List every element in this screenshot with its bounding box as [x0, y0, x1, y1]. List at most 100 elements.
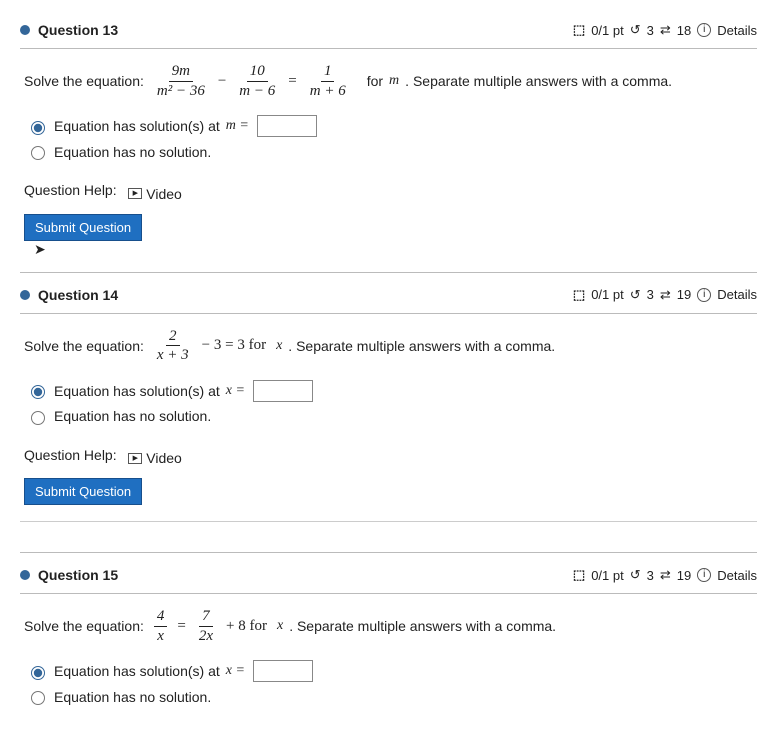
help-label: Question Help:: [24, 447, 117, 463]
fraction-denominator: m² − 36: [154, 82, 208, 100]
fraction-numerator: 7: [199, 608, 213, 627]
details-link[interactable]: Details: [717, 568, 757, 583]
prompt-row: Solve the equation: 9m m² − 36 − 10 m − …: [20, 63, 757, 99]
cursor-icon: ➤: [34, 241, 771, 258]
prompt-tail2: . Separate multiple answers with a comma…: [405, 73, 672, 89]
fraction-numerator: 9m: [169, 63, 193, 82]
fraction-denominator: x + 3: [154, 346, 192, 364]
fraction-3: 1 m + 6: [307, 63, 349, 99]
attempt-count: 19: [677, 568, 691, 583]
equals-sign: =: [284, 73, 300, 90]
info-icon[interactable]: i: [697, 288, 711, 302]
prompt-var: m: [389, 73, 399, 89]
prompt-tail: for: [367, 73, 383, 89]
status-dot: [20, 570, 30, 580]
option-no-solution[interactable]: Equation has no solution.: [26, 688, 757, 705]
video-link[interactable]: ▶ Video: [128, 186, 182, 202]
fraction-denominator: m − 6: [236, 82, 278, 100]
details-link[interactable]: Details: [717, 287, 757, 302]
fraction-denominator: x: [154, 627, 167, 645]
answer-input[interactable]: [257, 115, 317, 137]
help-label: Question Help:: [24, 182, 117, 198]
prompt-var: x: [276, 338, 282, 354]
option-no-solution[interactable]: Equation has no solution.: [26, 408, 757, 425]
retry-count: 3: [647, 287, 654, 302]
prompt-row: Solve the equation: 4 x = 7 2x + 8 for x…: [20, 608, 757, 644]
option-no-solution[interactable]: Equation has no solution.: [26, 143, 757, 160]
video-link[interactable]: ▶ Video: [128, 450, 182, 466]
redo-icon: ↺: [630, 22, 641, 38]
option-has-solution[interactable]: Equation has solution(s) at x =: [26, 380, 757, 402]
attempt-count: 19: [677, 287, 691, 302]
question-13: Question 13 ⬚ 0/1 pt ↺ 3 ⇄ 18 i Details …: [20, 8, 757, 272]
radio-has-solution[interactable]: [31, 121, 45, 135]
answer-input[interactable]: [253, 660, 313, 682]
status-dot: [20, 290, 30, 300]
option-var: m =: [226, 118, 249, 134]
question-14: Question 14 ⬚ 0/1 pt ↺ 3 ⇄ 19 i Details …: [20, 272, 757, 553]
video-text: Video: [146, 450, 182, 466]
expr-tail: − 3 = 3 for: [198, 337, 270, 354]
radio-has-solution[interactable]: [31, 666, 45, 680]
fraction-2: 10 m − 6: [236, 63, 278, 99]
fraction-2: 7 2x: [196, 608, 216, 644]
video-text: Video: [146, 186, 182, 202]
submit-button[interactable]: Submit Question: [24, 214, 142, 241]
prompt-lead: Solve the equation:: [24, 618, 144, 634]
option-label: Equation has solution(s) at: [54, 118, 220, 134]
option-label: Equation has no solution.: [54, 144, 211, 160]
option-has-solution[interactable]: Equation has solution(s) at m =: [26, 115, 757, 137]
score-text: 0/1 pt: [591, 568, 624, 583]
question-status: ⬚ 0/1 pt ↺ 3 ⇄ 19 i Details: [573, 287, 757, 303]
play-icon: ▶: [128, 188, 142, 199]
option-var: x =: [226, 663, 245, 679]
info-icon[interactable]: i: [697, 568, 711, 582]
prompt-tail2: . Separate multiple answers with a comma…: [288, 338, 555, 354]
retry-count: 3: [647, 568, 654, 583]
swap-icon: ⇄: [660, 567, 671, 583]
option-var: x =: [226, 383, 245, 399]
fraction-numerator: 4: [154, 608, 168, 627]
swap-icon: ⇄: [660, 287, 671, 303]
question-title-row: Question 13: [20, 22, 118, 38]
prompt-var: x: [277, 618, 283, 634]
checkbox-icon: ⬚: [573, 22, 585, 38]
option-has-solution[interactable]: Equation has solution(s) at x =: [26, 660, 757, 682]
fraction-denominator: 2x: [196, 627, 216, 645]
question-title: Question 15: [38, 567, 118, 583]
question-title: Question 13: [38, 22, 118, 38]
option-label: Equation has no solution.: [54, 689, 211, 705]
radio-no-solution[interactable]: [31, 691, 45, 705]
play-icon: ▶: [128, 453, 142, 464]
info-icon[interactable]: i: [697, 23, 711, 37]
redo-icon: ↺: [630, 567, 641, 583]
checkbox-icon: ⬚: [573, 567, 585, 583]
prompt-lead: Solve the equation:: [24, 73, 144, 89]
question-header: Question 15 ⬚ 0/1 pt ↺ 3 ⇄ 19 i Details: [20, 567, 757, 594]
fraction-1: 2 x + 3: [154, 328, 192, 364]
details-link[interactable]: Details: [717, 23, 757, 38]
divider: [20, 521, 757, 522]
checkbox-icon: ⬚: [573, 287, 585, 303]
question-status: ⬚ 0/1 pt ↺ 3 ⇄ 18 i Details: [573, 22, 757, 38]
option-label: Equation has solution(s) at: [54, 383, 220, 399]
submit-button[interactable]: Submit Question: [24, 478, 142, 505]
question-status: ⬚ 0/1 pt ↺ 3 ⇄ 19 i Details: [573, 567, 757, 583]
score-text: 0/1 pt: [591, 287, 624, 302]
redo-icon: ↺: [630, 287, 641, 303]
expr-tail: + 8 for: [222, 618, 271, 635]
option-label: Equation has solution(s) at: [54, 663, 220, 679]
question-15: Question 15 ⬚ 0/1 pt ↺ 3 ⇄ 19 i Details …: [20, 552, 757, 705]
fraction-numerator: 1: [321, 63, 335, 82]
status-dot: [20, 25, 30, 35]
question-header: Question 13 ⬚ 0/1 pt ↺ 3 ⇄ 18 i Details: [20, 22, 757, 49]
radio-no-solution[interactable]: [31, 146, 45, 160]
radio-no-solution[interactable]: [31, 411, 45, 425]
prompt-row: Solve the equation: 2 x + 3 − 3 = 3 for …: [20, 328, 757, 364]
fraction-1: 9m m² − 36: [154, 63, 208, 99]
answer-input[interactable]: [253, 380, 313, 402]
radio-has-solution[interactable]: [31, 385, 45, 399]
prompt-tail2: . Separate multiple answers with a comma…: [289, 618, 556, 634]
equals-sign: =: [173, 618, 189, 635]
question-title-row: Question 15: [20, 567, 118, 583]
